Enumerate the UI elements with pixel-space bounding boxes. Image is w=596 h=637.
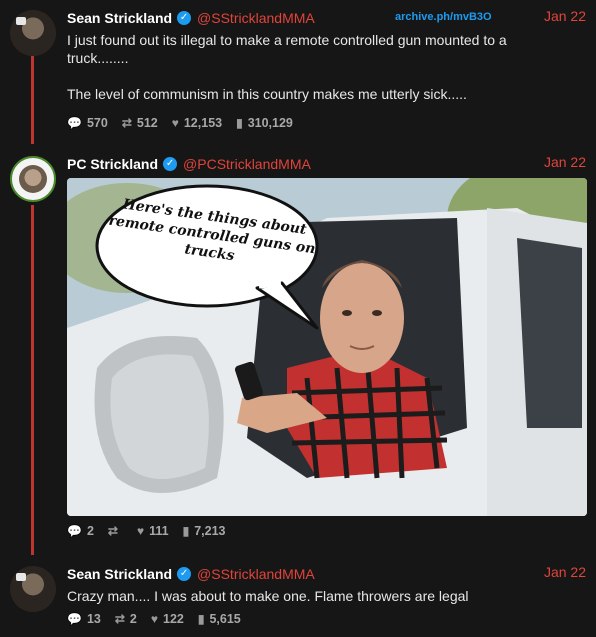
reply-button[interactable]: 💬 2: [67, 524, 94, 538]
retweet-button[interactable]: ⇄ 512: [122, 116, 158, 130]
tweet-3[interactable]: Sean Strickland ✓ @SStricklandMMA Jan 22…: [0, 564, 596, 634]
view-count: 310,129: [247, 116, 293, 130]
reply-count: 570: [86, 116, 108, 130]
tweet-stats: 💬 570 ⇄ 512 ♥ 12,153 ▮ 310,129: [67, 116, 307, 130]
views-button[interactable]: ▮ 5,615: [198, 612, 241, 626]
retweet-icon: ⇄: [121, 116, 132, 130]
retweet-icon: ⇄: [114, 612, 125, 626]
tweet-header: PC Strickland ✓ @PCStricklandMMA: [67, 154, 311, 174]
heart-icon: ♥: [150, 612, 158, 626]
display-name[interactable]: PC Strickland: [67, 156, 158, 172]
like-count: 122: [163, 612, 184, 626]
like-count: 12,153: [183, 116, 223, 130]
verified-check-icon: ✓: [177, 567, 192, 581]
tweet-header: Sean Strickland ✓ @SStricklandMMA: [67, 8, 315, 28]
heart-icon: ♥: [136, 524, 145, 538]
reply-button[interactable]: 💬 13: [67, 612, 101, 626]
retweet-icon: ⇄: [107, 524, 118, 538]
tweet-date[interactable]: Jan 22: [544, 564, 586, 580]
retweet-button[interactable]: ⇄ 2: [115, 612, 137, 626]
retweet-count: 512: [136, 116, 158, 130]
views-button[interactable]: ▮ 310,129: [236, 116, 293, 130]
speech-bubble-icon: 💬: [67, 612, 82, 626]
tweet-image[interactable]: Here's the things about remote controlle…: [67, 178, 587, 516]
bar-chart-icon: ▮: [182, 524, 190, 538]
avatar[interactable]: [10, 566, 56, 612]
view-count: 7,213: [194, 524, 226, 538]
reply-button[interactable]: 💬 570: [67, 116, 108, 130]
bar-chart-icon: ▮: [197, 612, 205, 626]
like-count: 111: [149, 524, 169, 538]
retweet-count: 2: [129, 612, 137, 626]
tweet-text: Crazy man.... I was about to make one. F…: [67, 588, 469, 604]
tweet-1[interactable]: Sean Strickland ✓ @SStricklandMMA archiv…: [0, 8, 596, 138]
tweet-date[interactable]: Jan 22: [544, 8, 586, 24]
handle[interactable]: @PCStricklandMMA: [183, 156, 311, 172]
tweet-text: I just found out its illegal to make a r…: [67, 32, 507, 102]
heart-icon: ♥: [171, 116, 179, 130]
reply-count: 13: [86, 612, 101, 626]
view-count: 5,615: [209, 612, 241, 626]
tweet-stats: 💬 2 ⇄ ♥ 111 ▮ 7,213: [67, 524, 239, 538]
handle[interactable]: @SStricklandMMA: [197, 10, 315, 26]
views-button[interactable]: ▮ 7,213: [183, 524, 226, 538]
reply-count: 2: [86, 524, 94, 538]
avatar[interactable]: [10, 156, 56, 202]
display-name[interactable]: Sean Strickland: [67, 566, 172, 582]
avatar[interactable]: [10, 10, 56, 56]
display-name[interactable]: Sean Strickland: [67, 10, 172, 26]
speech-bubble-icon: 💬: [67, 524, 82, 538]
verified-check-icon: ✓: [177, 11, 192, 25]
retweet-button[interactable]: ⇄: [108, 524, 123, 538]
tweet-header: Sean Strickland ✓ @SStricklandMMA: [67, 564, 315, 584]
like-button[interactable]: ♥ 12,153: [172, 116, 222, 130]
verified-check-icon: ✓: [163, 157, 178, 171]
handle[interactable]: @SStricklandMMA: [197, 566, 315, 582]
like-button[interactable]: ♥ 111: [137, 524, 169, 538]
tweet-date[interactable]: Jan 22: [544, 154, 586, 170]
like-button[interactable]: ♥ 122: [151, 612, 184, 626]
archive-link[interactable]: archive.ph/mvB3O: [395, 11, 492, 23]
tweet-stats: 💬 13 ⇄ 2 ♥ 122 ▮ 5,615: [67, 612, 255, 626]
speech-bubble-icon: 💬: [67, 116, 82, 130]
bar-chart-icon: ▮: [236, 116, 243, 130]
